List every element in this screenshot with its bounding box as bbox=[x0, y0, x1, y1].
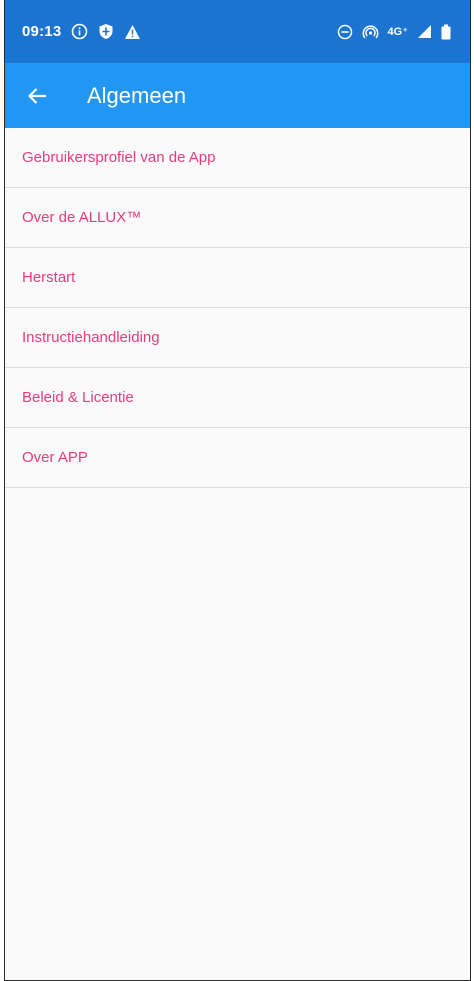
battery-icon bbox=[441, 24, 451, 40]
network-type: 4G⁺ bbox=[387, 26, 408, 38]
hotspot-icon bbox=[362, 24, 379, 40]
arrow-back-icon bbox=[27, 87, 47, 105]
signal-icon bbox=[417, 24, 432, 39]
status-left: 09:13 bbox=[22, 23, 141, 40]
menu-item-about-app[interactable]: Over APP bbox=[5, 428, 470, 488]
menu-item-user-profile[interactable]: Gebruikersprofiel van de App bbox=[5, 128, 470, 188]
menu-item-about-allux[interactable]: Over de ALLUX™ bbox=[5, 188, 470, 248]
info-icon bbox=[71, 23, 88, 40]
screen: 09:13 4G⁺ Algemeen Gebruikersprofiel van… bbox=[4, 0, 471, 981]
shield-icon bbox=[98, 23, 114, 40]
app-bar: Algemeen bbox=[5, 63, 470, 128]
menu-item-instruction-manual[interactable]: Instructiehandleiding bbox=[5, 308, 470, 368]
status-bar: 09:13 4G⁺ bbox=[5, 0, 470, 63]
menu-item-restart[interactable]: Herstart bbox=[5, 248, 470, 308]
settings-menu: Gebruikersprofiel van de App Over de ALL… bbox=[5, 128, 470, 488]
warning-icon bbox=[124, 24, 141, 40]
do-not-disturb-icon bbox=[337, 24, 353, 40]
status-time: 09:13 bbox=[22, 23, 62, 40]
back-button[interactable] bbox=[24, 83, 50, 109]
menu-item-policy-license[interactable]: Beleid & Licentie bbox=[5, 368, 470, 428]
page-title: Algemeen bbox=[87, 82, 187, 108]
status-right: 4G⁺ bbox=[337, 24, 451, 40]
